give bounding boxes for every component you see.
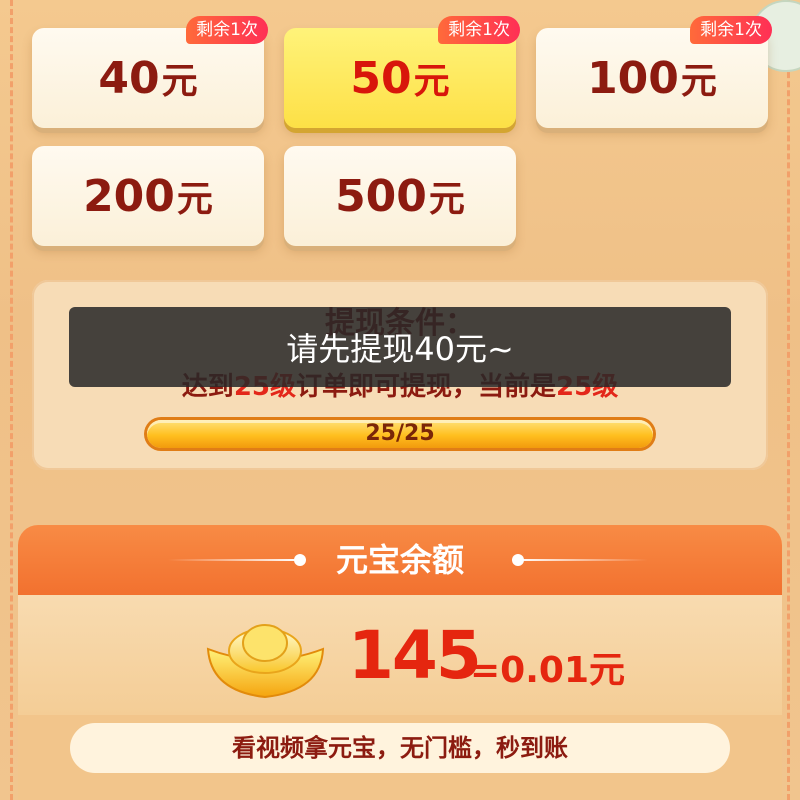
level-progress-bar: 25/25 — [147, 420, 653, 448]
progress-label: 25/25 — [365, 421, 435, 446]
amount-unit: 元 — [161, 61, 198, 102]
balance-title: 元宝余额 — [335, 541, 464, 579]
ingot-balance-card: 元宝余额 145 =0.01元 看视频拿元宝，无门槛，秒到账 — [18, 525, 782, 800]
watch-video-task-banner[interactable]: 看视频拿元宝，无门槛，秒到账 — [70, 723, 730, 773]
amount-unit: 元 — [680, 61, 717, 102]
amount-value: 100 — [587, 52, 679, 104]
amount-option-200[interactable]: 200 元 — [32, 146, 264, 246]
dashed-border-left — [10, 0, 13, 800]
amount-option-50[interactable]: 50 元 剩余1次 — [284, 16, 520, 128]
dashed-border-right — [787, 0, 790, 800]
withdraw-panel: 40元 剩余1次 50元 剩余1次 100元 剩余1次 200元 500元 提现… — [0, 0, 800, 800]
amount-unit: 元 — [176, 179, 213, 220]
amount-unit: 元 — [413, 61, 450, 102]
balance-header: 元宝余额 — [18, 525, 782, 595]
ingot-cash-equivalent: =0.01元 — [470, 650, 625, 691]
amount-value: 200 — [83, 170, 175, 222]
amount-unit: 元 — [428, 179, 465, 220]
amount-value: 500 — [335, 170, 427, 222]
remaining-badge: 剩余1次 — [438, 16, 520, 44]
amount-value: 50 — [350, 52, 412, 104]
amount-option-100[interactable]: 100 元 剩余1次 — [536, 16, 772, 128]
remaining-badge: 剩余1次 — [690, 16, 772, 44]
remaining-badge: 剩余1次 — [186, 16, 268, 44]
amount-option-40[interactable]: 40 元 剩余1次 — [32, 16, 268, 128]
ingot-balance-amount: 145 — [348, 617, 482, 694]
amount-value: 40 — [98, 52, 160, 104]
gold-ingot-icon — [206, 624, 325, 699]
amount-option-500[interactable]: 500 元 — [284, 146, 516, 246]
toast-message: 请先提现40元~ — [69, 307, 731, 387]
